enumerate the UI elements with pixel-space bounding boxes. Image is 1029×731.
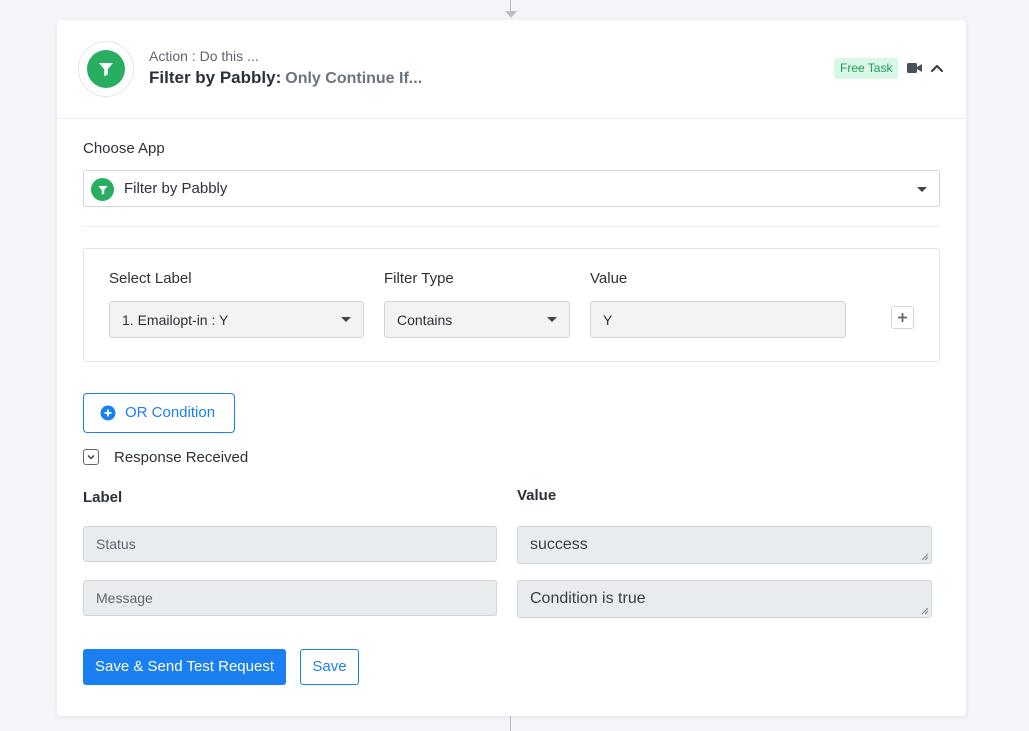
filter-type-dropdown[interactable]: Contains [384, 301, 570, 338]
response-value-header: Value [517, 487, 557, 504]
select-label-value: 1. Emailopt-in : Y [122, 312, 229, 328]
choose-app-select[interactable]: Filter by Pabbly [83, 170, 940, 207]
filter-type-value: Contains [397, 312, 453, 328]
step-title: Filter by Pabbly: Only Continue If... [149, 68, 422, 88]
choose-app-label: Choose App [83, 140, 165, 157]
value-header: Value [590, 270, 628, 287]
divider [83, 226, 940, 227]
caret-down-icon [917, 187, 927, 192]
flow-connector-arrow-icon [505, 11, 517, 18]
chevron-up-icon[interactable] [930, 61, 944, 75]
response-label-header: Label [83, 489, 123, 506]
or-condition-button[interactable]: OR Condition [83, 393, 235, 433]
filter-funnel-icon [91, 178, 114, 201]
choose-app-value: Filter by Pabbly [124, 180, 228, 197]
video-camera-icon[interactable] [907, 62, 922, 74]
response-label-field: Status [83, 526, 497, 562]
select-label-dropdown[interactable]: 1. Emailopt-in : Y [109, 301, 364, 338]
step-header[interactable]: Action : Do this ... Filter by Pabbly: On… [57, 20, 966, 119]
filter-funnel-icon [87, 50, 125, 88]
plus-circle-icon [100, 405, 116, 421]
response-label-field: Message [83, 580, 497, 616]
response-received-title: Response Received [114, 449, 249, 466]
select-label-header: Select Label [109, 270, 192, 287]
action-caption: Action : Do this ... [149, 48, 259, 64]
filter-type-header: Filter Type [384, 270, 454, 287]
response-value-field[interactable]: success [517, 526, 932, 564]
filter-value-text: Y [603, 312, 613, 328]
save-and-send-test-button[interactable]: Save & Send Test Request [83, 649, 286, 685]
free-task-badge: Free Task [834, 58, 899, 79]
step-subtitle: Only Continue If... [285, 70, 423, 87]
response-toggle-button[interactable] [83, 449, 99, 465]
action-step-card: Action : Do this ... Filter by Pabbly: On… [57, 20, 966, 716]
caret-down-icon [341, 317, 351, 322]
app-logo [78, 41, 134, 97]
add-condition-button[interactable] [891, 306, 914, 329]
response-label-text: Message [96, 590, 153, 606]
chevron-down-icon [87, 454, 95, 460]
response-value-text: Condition is true [530, 590, 646, 607]
plus-icon [898, 313, 907, 322]
save-button[interactable]: Save [300, 649, 359, 685]
filter-value-input[interactable]: Y [590, 301, 846, 338]
response-label-text: Status [96, 536, 136, 552]
caret-down-icon [547, 317, 557, 322]
step-app-name: Filter by Pabbly: [149, 68, 282, 87]
or-condition-label: OR Condition [125, 404, 216, 421]
resize-handle-icon[interactable] [921, 607, 929, 615]
response-value-text: success [530, 536, 588, 553]
flow-connector-line [510, 716, 511, 731]
resize-handle-icon[interactable] [921, 553, 929, 561]
response-value-field[interactable]: Condition is true [517, 580, 932, 618]
filter-condition-group: Select Label Filter Type Value 1. Emailo… [83, 248, 940, 362]
